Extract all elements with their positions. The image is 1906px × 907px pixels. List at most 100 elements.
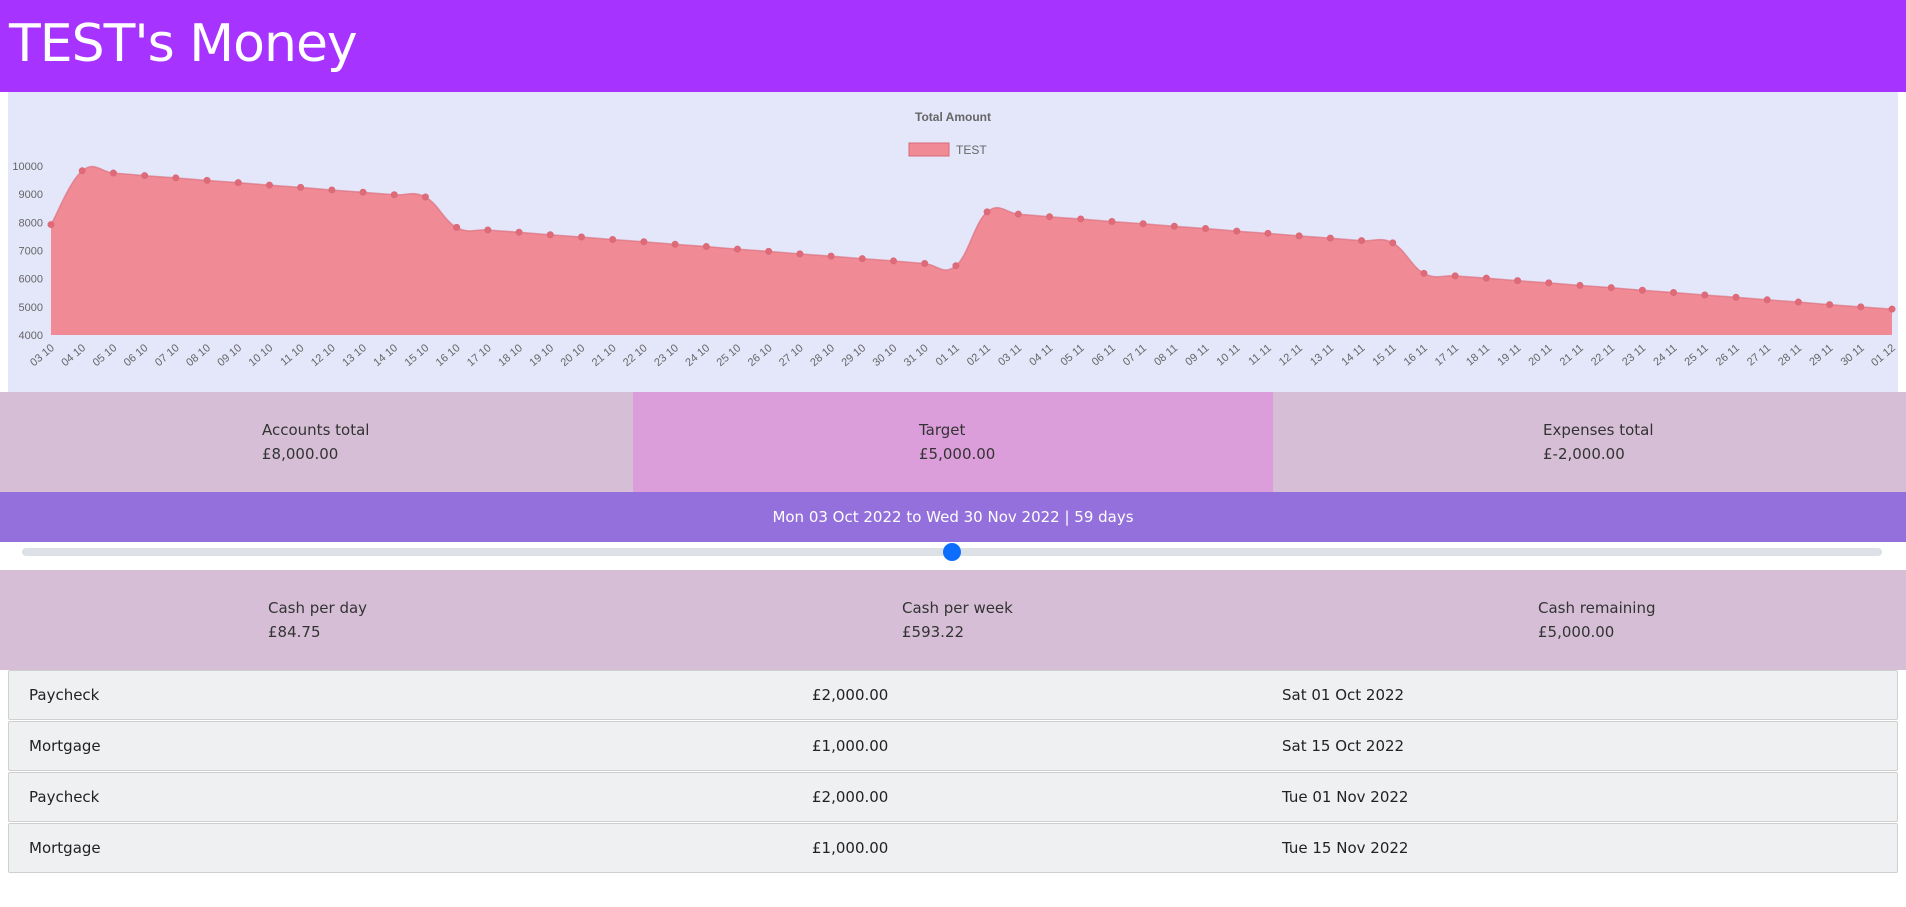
x-tick-label: 25 10: [715, 342, 744, 369]
x-tick-label: 30 10: [871, 342, 900, 369]
data-point[interactable]: [1732, 293, 1740, 301]
data-point[interactable]: [203, 176, 211, 184]
data-point[interactable]: [328, 186, 336, 194]
y-tick-label: 5000: [19, 302, 43, 314]
data-point[interactable]: [1389, 239, 1397, 247]
transaction-amount: £2,000.00: [812, 686, 889, 704]
x-tick-label: 09 11: [1183, 342, 1211, 368]
data-point[interactable]: [1014, 210, 1022, 218]
data-point[interactable]: [1046, 213, 1054, 221]
transaction-name: Paycheck: [29, 788, 100, 806]
cash-per-day-label: Cash per day: [268, 599, 368, 617]
data-point[interactable]: [78, 167, 86, 175]
x-tick-label: 07 10: [153, 342, 182, 369]
cash-per-week-label: Cash per week: [902, 599, 1013, 617]
data-point[interactable]: [265, 181, 273, 189]
data-point[interactable]: [1233, 227, 1241, 235]
data-point[interactable]: [453, 223, 461, 231]
data-point[interactable]: [1139, 220, 1147, 228]
data-point[interactable]: [1326, 234, 1334, 242]
list-item[interactable]: Mortgage £1,000.00 Tue 15 Nov 2022: [8, 823, 1898, 873]
data-point[interactable]: [390, 191, 398, 199]
x-tick-label: 19 11: [1495, 342, 1523, 368]
x-tick-label: 16 10: [434, 342, 463, 369]
x-tick-label: 24 10: [683, 342, 712, 369]
data-point[interactable]: [546, 231, 554, 239]
data-point[interactable]: [47, 221, 55, 229]
date-range-slider[interactable]: [22, 543, 1882, 561]
data-point[interactable]: [733, 245, 741, 253]
data-point[interactable]: [1826, 301, 1834, 309]
x-tick-label: 30 11: [1839, 342, 1867, 368]
transaction-amount: £2,000.00: [812, 788, 889, 806]
data-point[interactable]: [109, 169, 117, 177]
data-point[interactable]: [1794, 298, 1802, 306]
x-tick-label: 31 10: [902, 342, 931, 369]
data-point[interactable]: [1482, 274, 1490, 282]
data-point[interactable]: [609, 236, 617, 244]
accounts-total-card: Accounts total £8,000.00: [0, 392, 633, 492]
data-point[interactable]: [1576, 281, 1584, 289]
legend-swatch[interactable]: [908, 142, 950, 157]
data-point[interactable]: [858, 255, 866, 263]
data-point[interactable]: [297, 183, 305, 191]
data-point[interactable]: [827, 252, 835, 260]
data-point[interactable]: [234, 179, 242, 187]
accounts-total-label: Accounts total: [262, 421, 370, 439]
summary-bottom: Cash per day £84.75 Cash per week £593.2…: [0, 570, 1906, 670]
data-point[interactable]: [671, 240, 679, 248]
data-point[interactable]: [421, 193, 429, 201]
data-point[interactable]: [765, 247, 773, 255]
transaction-name: Paycheck: [29, 686, 100, 704]
y-tick-label: 10000: [12, 161, 43, 173]
data-point[interactable]: [1170, 222, 1178, 230]
app-header: TEST's Money: [0, 0, 1906, 92]
data-point[interactable]: [1763, 296, 1771, 304]
data-point[interactable]: [952, 262, 960, 270]
data-point[interactable]: [359, 188, 367, 196]
data-point[interactable]: [1638, 286, 1646, 294]
data-point[interactable]: [577, 233, 585, 241]
data-point[interactable]: [889, 257, 897, 265]
data-point[interactable]: [1857, 303, 1865, 311]
cash-remaining-label: Cash remaining: [1538, 599, 1656, 617]
data-point[interactable]: [1077, 215, 1085, 223]
x-tick-label: 25 11: [1683, 342, 1711, 368]
data-point[interactable]: [1451, 272, 1459, 280]
data-point[interactable]: [1202, 225, 1210, 233]
data-point[interactable]: [1295, 232, 1303, 240]
y-axis: 4000 5000 6000 7000 8000 9000 10000: [12, 161, 43, 342]
data-point[interactable]: [515, 228, 523, 236]
list-item[interactable]: Paycheck £2,000.00 Tue 01 Nov 2022: [8, 772, 1898, 822]
data-point[interactable]: [1264, 229, 1272, 237]
data-point[interactable]: [983, 208, 991, 216]
x-tick-label: 13 11: [1308, 342, 1336, 368]
list-item[interactable]: Paycheck £2,000.00 Sat 01 Oct 2022: [8, 670, 1898, 720]
list-item[interactable]: Mortgage £1,000.00 Sat 15 Oct 2022: [8, 721, 1898, 771]
plot-area: [47, 165, 1896, 335]
data-point[interactable]: [1108, 217, 1116, 225]
x-tick-label: 18 10: [496, 342, 525, 369]
legend-label[interactable]: TEST: [956, 143, 987, 157]
data-point[interactable]: [172, 174, 180, 182]
x-tick-label: 09 10: [215, 342, 244, 369]
transaction-name: Mortgage: [29, 737, 101, 755]
data-point[interactable]: [640, 238, 648, 246]
y-tick-label: 4000: [19, 330, 43, 342]
x-tick-label: 12 11: [1277, 342, 1305, 368]
data-point[interactable]: [702, 243, 710, 251]
data-point[interactable]: [796, 250, 804, 258]
data-point[interactable]: [1670, 288, 1678, 296]
data-point[interactable]: [1701, 291, 1709, 299]
data-point[interactable]: [1888, 305, 1896, 313]
data-point[interactable]: [921, 259, 929, 267]
data-point[interactable]: [1607, 284, 1615, 292]
total-amount-chart: Total Amount TEST 4000 5000 6000 7000 8000 90…: [8, 92, 1898, 392]
data-point[interactable]: [1514, 277, 1522, 285]
data-point[interactable]: [1420, 269, 1428, 277]
data-point[interactable]: [1545, 279, 1553, 287]
data-point[interactable]: [141, 172, 149, 180]
slider-thumb[interactable]: [943, 543, 961, 561]
data-point[interactable]: [484, 226, 492, 234]
data-point[interactable]: [1358, 237, 1366, 245]
